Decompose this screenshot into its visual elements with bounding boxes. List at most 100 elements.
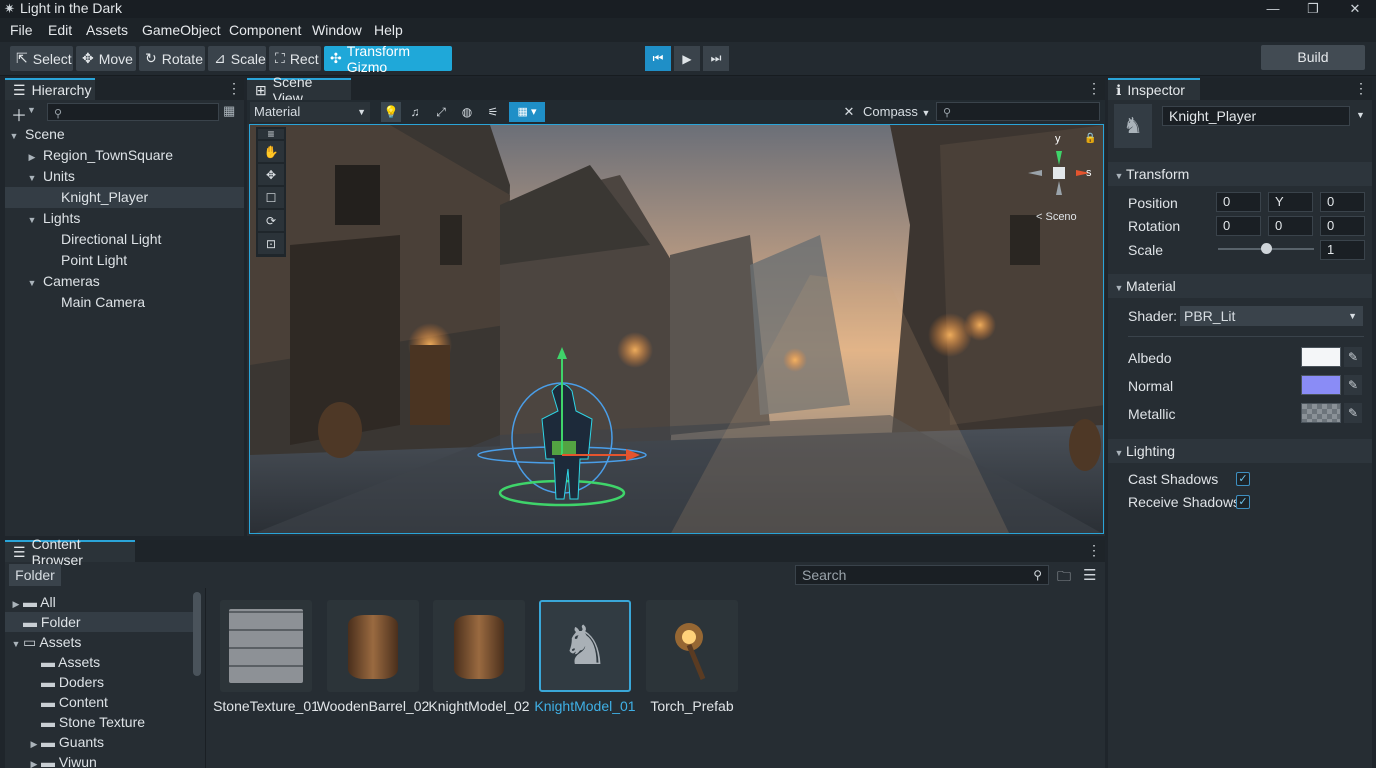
asset-tile-knight-model-01[interactable]: ♞ bbox=[539, 600, 631, 692]
shading-mode-dropdown[interactable]: Material ▼ bbox=[250, 102, 370, 122]
scale-slider-handle[interactable] bbox=[1261, 243, 1272, 254]
rect-tool-button[interactable]: ⛶ Rect bbox=[269, 46, 321, 71]
folder-item-all[interactable]: ▶ ▬ All bbox=[5, 592, 201, 612]
compass-dropdown[interactable]: Compass ▼ bbox=[863, 102, 931, 122]
tab-inspector[interactable]: ℹ Inspector bbox=[1108, 78, 1200, 100]
folder-item-viwun[interactable]: ▶ ▬ Viwun bbox=[5, 752, 201, 768]
normal-color-swatch[interactable] bbox=[1301, 375, 1341, 395]
asset-tile-torch-prefab[interactable] bbox=[646, 600, 738, 692]
tree-item-main-camera[interactable]: Main Camera bbox=[5, 292, 244, 313]
scene-search-input[interactable]: ⚲ bbox=[936, 102, 1100, 121]
metallic-texture-swatch[interactable] bbox=[1301, 403, 1341, 423]
eyedropper-icon[interactable]: ✎ bbox=[1344, 375, 1362, 395]
folder-item-stone-texture[interactable]: ▬ Stone Texture bbox=[5, 712, 201, 732]
tree-item-knight-player[interactable]: Knight_Player bbox=[5, 187, 244, 208]
shader-dropdown[interactable]: PBR_Lit ▼ bbox=[1180, 306, 1363, 326]
scale-tool-button[interactable]: ⊿ Scale bbox=[208, 46, 266, 71]
position-z-field[interactable]: 0 bbox=[1320, 192, 1365, 212]
content-browser-menu-icon[interactable]: ⋮ bbox=[1087, 542, 1101, 559]
hand-tool-icon[interactable]: ✋ bbox=[258, 141, 284, 162]
select-tool-button[interactable]: ⇱ Select bbox=[10, 46, 73, 71]
tree-item-units[interactable]: ▼ Units bbox=[5, 166, 244, 187]
add-icon[interactable]: ＋ bbox=[11, 102, 27, 126]
tab-hierarchy[interactable]: ☰ Hierarchy bbox=[5, 78, 95, 100]
folder-item-assets-sub[interactable]: ▬ Assets bbox=[5, 652, 201, 672]
menu-assets[interactable]: Assets bbox=[86, 21, 128, 39]
asset-tile-stone-texture[interactable] bbox=[220, 600, 312, 692]
folder-item-assets[interactable]: ▼ ▭ Assets bbox=[5, 632, 201, 652]
rotation-z-field[interactable]: 0 bbox=[1320, 216, 1365, 236]
menu-component[interactable]: Component bbox=[229, 21, 301, 39]
menu-gameobject[interactable]: GameObject bbox=[142, 21, 221, 39]
eyedropper-icon[interactable]: ✎ bbox=[1344, 403, 1362, 423]
drag-handle-icon[interactable]: ≡ bbox=[258, 127, 284, 141]
object-name-field[interactable]: Knight_Player bbox=[1162, 106, 1350, 126]
add-dropdown-icon[interactable]: ▼ bbox=[27, 105, 36, 115]
rotate-tool-icon[interactable]: ⟳ bbox=[258, 210, 284, 231]
menu-window[interactable]: Window bbox=[312, 21, 362, 39]
content-search-input[interactable]: Search ⚲ bbox=[795, 565, 1049, 585]
close-button[interactable]: ✕ bbox=[1340, 0, 1370, 18]
eyedropper-icon[interactable]: ✎ bbox=[1344, 347, 1362, 367]
tools-icon[interactable]: ✕ bbox=[839, 102, 859, 122]
folder-button[interactable]: Folder bbox=[9, 564, 61, 586]
lighting-toggle-icon[interactable]: 💡 bbox=[381, 102, 401, 122]
asset-tile-knight-model-02[interactable] bbox=[433, 600, 525, 692]
new-folder-icon[interactable]: 🗀 bbox=[1057, 566, 1071, 590]
rotation-x-field[interactable]: 0 bbox=[1216, 216, 1261, 236]
lighting-section-header[interactable]: ▼ Lighting bbox=[1108, 439, 1372, 463]
material-section-header[interactable]: ▼ Material bbox=[1108, 274, 1372, 298]
rotate-tool-button[interactable]: ↻ Rotate bbox=[139, 46, 205, 71]
folder-item-folder[interactable]: ▬ Folder bbox=[5, 612, 201, 632]
minimize-button[interactable]: — bbox=[1258, 0, 1288, 18]
move-tool-button[interactable]: ✥ Move bbox=[76, 46, 136, 71]
asset-tile-wooden-barrel[interactable] bbox=[327, 600, 419, 692]
resize-tool-icon[interactable]: ⊡ bbox=[258, 233, 284, 254]
audio-toggle-icon[interactable]: ♫ bbox=[405, 102, 425, 122]
tree-item-lights[interactable]: ▼ Lights bbox=[5, 208, 244, 229]
build-button[interactable]: Build bbox=[1261, 45, 1365, 70]
hierarchy-menu-icon[interactable]: ⋮ bbox=[227, 80, 241, 97]
step-forward-button[interactable]: ⏭ bbox=[703, 46, 729, 71]
effects-toggle-icon[interactable]: ⤢ bbox=[431, 102, 451, 122]
folder-item-guants[interactable]: ▶ ▬ Guants bbox=[5, 732, 201, 752]
chevron-down-icon[interactable]: ▼ bbox=[1356, 110, 1365, 120]
scene-viewport[interactable]: ≡ ✋ ✥ ☐ ⟳ ⊡ y s < Sceno 🔒 bbox=[249, 124, 1104, 534]
maximize-button[interactable]: ❐ bbox=[1298, 0, 1328, 18]
gizmo-view-dropdown[interactable]: ▦ ▾ bbox=[509, 102, 545, 122]
hierarchy-options-icon[interactable]: ▦ bbox=[223, 103, 235, 119]
hierarchy-search-input[interactable]: ⚲ bbox=[47, 103, 219, 121]
tab-content-browser[interactable]: ☰ Content Browser bbox=[5, 536, 135, 568]
rect-select-icon[interactable]: ☐ bbox=[258, 187, 284, 208]
transform-gizmo[interactable] bbox=[468, 343, 668, 533]
list-view-icon[interactable]: ☰ bbox=[1083, 566, 1096, 584]
tree-item-directional-light[interactable]: Directional Light bbox=[5, 229, 244, 250]
albedo-color-swatch[interactable] bbox=[1301, 347, 1341, 367]
menu-edit[interactable]: Edit bbox=[48, 21, 72, 39]
scene-menu-icon[interactable]: ⋮ bbox=[1087, 80, 1101, 97]
position-x-field[interactable]: 0 bbox=[1216, 192, 1261, 212]
folder-tree-scrollbar[interactable] bbox=[193, 592, 201, 676]
lock-icon[interactable]: 🔒 bbox=[1084, 133, 1096, 144]
cast-shadows-checkbox[interactable]: ✓ bbox=[1236, 472, 1250, 486]
tree-item-cameras[interactable]: ▼ Cameras bbox=[5, 271, 244, 292]
inspector-menu-icon[interactable]: ⋮ bbox=[1354, 80, 1368, 97]
move-tool-icon[interactable]: ✥ bbox=[258, 164, 284, 185]
tree-item-point-light[interactable]: Point Light bbox=[5, 250, 244, 271]
menu-file[interactable]: File bbox=[10, 21, 33, 39]
tree-item-scene[interactable]: ▼ Scene bbox=[5, 124, 244, 145]
rotation-y-field[interactable]: 0 bbox=[1268, 216, 1313, 236]
step-back-button[interactable]: ⏮ bbox=[645, 46, 671, 71]
scale-value-field[interactable]: 1 bbox=[1320, 240, 1365, 260]
transform-gizmo-tool-button[interactable]: ✣ Transform Gizmo bbox=[324, 43, 452, 75]
tree-item-region-townsquare[interactable]: ▶ Region_TownSquare bbox=[5, 145, 244, 166]
tab-scene-view[interactable]: ⊞ Scene View bbox=[247, 74, 351, 106]
position-y-field[interactable]: Y bbox=[1268, 192, 1313, 212]
stats-icon[interactable]: ⚟ bbox=[483, 102, 503, 122]
folder-item-content[interactable]: ▬ Content bbox=[5, 692, 201, 712]
transform-section-header[interactable]: ▼ Transform bbox=[1108, 162, 1372, 186]
folder-item-doders[interactable]: ▬ Doders bbox=[5, 672, 201, 692]
play-button[interactable]: ▶ bbox=[674, 46, 700, 71]
globe-icon[interactable]: ◍ bbox=[457, 102, 477, 122]
menu-help[interactable]: Help bbox=[374, 21, 403, 39]
